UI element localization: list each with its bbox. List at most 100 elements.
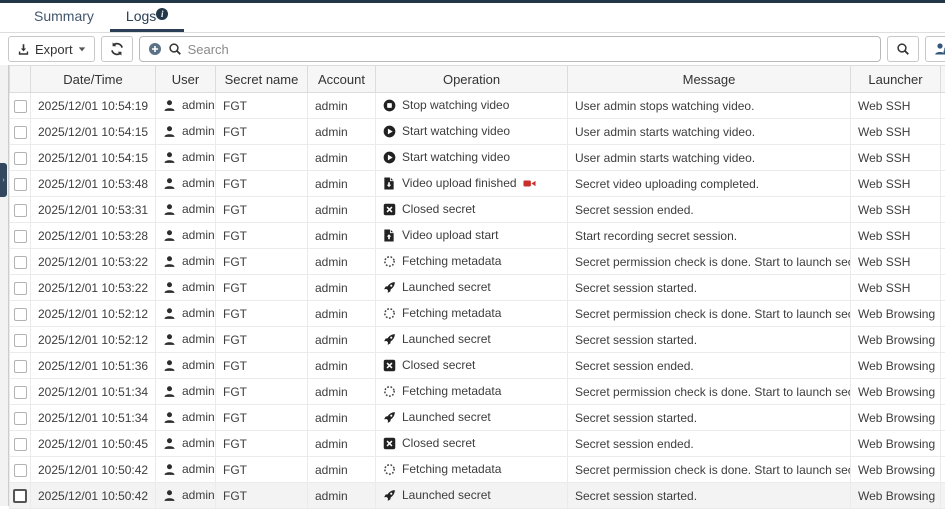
row-checkbox[interactable] <box>14 412 27 425</box>
user-cell: admin <box>156 327 216 353</box>
message-cell: Secret permission check is done. Start t… <box>568 249 851 275</box>
row-checkbox[interactable] <box>14 360 27 373</box>
operation-cell: Video upload finished <box>376 171 568 197</box>
extra-cell <box>941 171 945 197</box>
sidebar-expand-handle[interactable]: › <box>0 163 7 197</box>
user-icon <box>163 203 177 217</box>
row-checkbox[interactable] <box>14 386 27 399</box>
datetime-cell: 2025/12/01 10:52:12 <box>31 301 156 327</box>
table-row[interactable]: 2025/12/01 10:50:42 admin FGT admin Laun… <box>10 483 945 509</box>
row-checkbox[interactable] <box>14 438 27 451</box>
left-gutter <box>0 65 9 506</box>
table-row[interactable]: 2025/12/01 10:53:22 admin FGT admin Fetc… <box>10 249 945 275</box>
table-row[interactable]: 2025/12/01 10:53:28 admin FGT admin Vide… <box>10 223 945 249</box>
row-checkbox[interactable] <box>14 152 27 165</box>
row-checkbox-cell <box>10 171 31 197</box>
operation-label: Video upload finished <box>402 176 517 190</box>
user-name: admin <box>182 176 215 190</box>
info-icon[interactable]: i <box>156 8 168 20</box>
row-checkbox[interactable] <box>14 308 27 321</box>
message-cell: User admin stops watching video. <box>568 93 851 119</box>
header-account[interactable]: Account <box>308 66 376 93</box>
row-checkbox[interactable] <box>14 100 27 113</box>
row-checkbox[interactable] <box>14 230 27 243</box>
tab-logs[interactable]: Logsi <box>110 3 184 32</box>
search-submit-button[interactable] <box>887 36 919 62</box>
row-checkbox-cell <box>10 223 31 249</box>
account-cell: admin <box>308 249 376 275</box>
secret-name-cell: FGT <box>216 275 308 301</box>
close-square-icon <box>383 359 397 373</box>
launcher-cell: Web Browsing <box>851 327 941 353</box>
header-checkbox-cell <box>10 66 31 93</box>
add-filter-icon[interactable] <box>148 42 162 56</box>
log-table: Date/Time User Secret name Account Opera… <box>9 65 945 509</box>
caret-down-icon <box>78 45 86 53</box>
search-input[interactable] <box>188 42 872 57</box>
user-name: admin <box>182 124 215 138</box>
row-checkbox[interactable] <box>14 334 27 347</box>
table-row[interactable]: 2025/12/01 10:54:19 admin FGT admin Stop… <box>10 93 945 119</box>
operation-cell: Fetching metadata <box>376 457 568 483</box>
spinner-icon <box>383 385 397 399</box>
message-cell: Secret session started. <box>568 327 851 353</box>
user-cell: admin <box>156 93 216 119</box>
table-row[interactable]: 2025/12/01 10:52:12 admin FGT admin Fetc… <box>10 301 945 327</box>
row-checkbox[interactable] <box>14 178 27 191</box>
table-row[interactable]: 2025/12/01 10:51:34 admin FGT admin Laun… <box>10 405 945 431</box>
table-row[interactable]: 2025/12/01 10:51:36 admin FGT admin Clos… <box>10 353 945 379</box>
table-row[interactable]: 2025/12/01 10:51:34 admin FGT admin Fetc… <box>10 379 945 405</box>
operation-cell: Fetching metadata <box>376 249 568 275</box>
table-row[interactable]: 2025/12/01 10:53:48 admin FGT admin Vide… <box>10 171 945 197</box>
operation-label: Launched secret <box>402 280 491 294</box>
secret-view-button[interactable]: Sec <box>925 36 945 62</box>
launcher-cell: Web SSH <box>851 223 941 249</box>
operation-cell: Video upload start <box>376 223 568 249</box>
table-row[interactable]: 2025/12/01 10:54:15 admin FGT admin Star… <box>10 119 945 145</box>
table-row[interactable]: 2025/12/01 10:50:45 admin FGT admin Clos… <box>10 431 945 457</box>
datetime-cell: 2025/12/01 10:52:12 <box>31 327 156 353</box>
header-launcher[interactable]: Launcher <box>851 66 941 93</box>
refresh-button[interactable] <box>101 36 133 62</box>
user-name: admin <box>182 436 215 450</box>
row-checkbox-cell <box>10 431 31 457</box>
secret-name-cell: FGT <box>216 171 308 197</box>
message-cell: Secret session ended. <box>568 431 851 457</box>
message-cell: Secret session ended. <box>568 353 851 379</box>
table-row[interactable]: 2025/12/01 10:53:22 admin FGT admin Laun… <box>10 275 945 301</box>
row-checkbox[interactable] <box>14 256 27 269</box>
table-row[interactable]: 2025/12/01 10:52:12 admin FGT admin Laun… <box>10 327 945 353</box>
row-checkbox-cell <box>10 483 31 509</box>
row-checkbox[interactable] <box>14 204 27 217</box>
user-icon <box>163 489 177 503</box>
header-operation[interactable]: Operation <box>376 66 568 93</box>
operation-cell: Closed secret <box>376 431 568 457</box>
extra-cell <box>941 405 945 431</box>
tab-summary[interactable]: Summary <box>18 3 110 32</box>
header-datetime[interactable]: Date/Time <box>31 66 156 93</box>
user-cell: admin <box>156 275 216 301</box>
extra-cell <box>941 301 945 327</box>
row-checkbox[interactable] <box>14 126 27 139</box>
datetime-cell: 2025/12/01 10:50:45 <box>31 431 156 457</box>
row-checkbox[interactable] <box>14 282 27 295</box>
search-icon <box>896 42 910 56</box>
header-user[interactable]: User <box>156 66 216 93</box>
row-checkbox[interactable] <box>13 489 27 503</box>
extra-cell <box>941 431 945 457</box>
operation-label: Fetching metadata <box>402 306 501 320</box>
user-icon <box>163 333 177 347</box>
launcher-cell: Web SSH <box>851 93 941 119</box>
header-message[interactable]: Message <box>568 66 851 93</box>
table-row[interactable]: 2025/12/01 10:53:31 admin FGT admin Clos… <box>10 197 945 223</box>
export-button[interactable]: Export <box>8 36 95 62</box>
table-row[interactable]: 2025/12/01 10:54:15 admin FGT admin Star… <box>10 145 945 171</box>
header-secret-name[interactable]: Secret name <box>216 66 308 93</box>
launcher-cell: Web Browsing <box>851 379 941 405</box>
operation-label: Fetching metadata <box>402 462 501 476</box>
launcher-cell: Web Browsing <box>851 301 941 327</box>
user-cell: admin <box>156 431 216 457</box>
row-checkbox[interactable] <box>14 464 27 477</box>
user-icon <box>163 125 177 139</box>
table-row[interactable]: 2025/12/01 10:50:42 admin FGT admin Fetc… <box>10 457 945 483</box>
